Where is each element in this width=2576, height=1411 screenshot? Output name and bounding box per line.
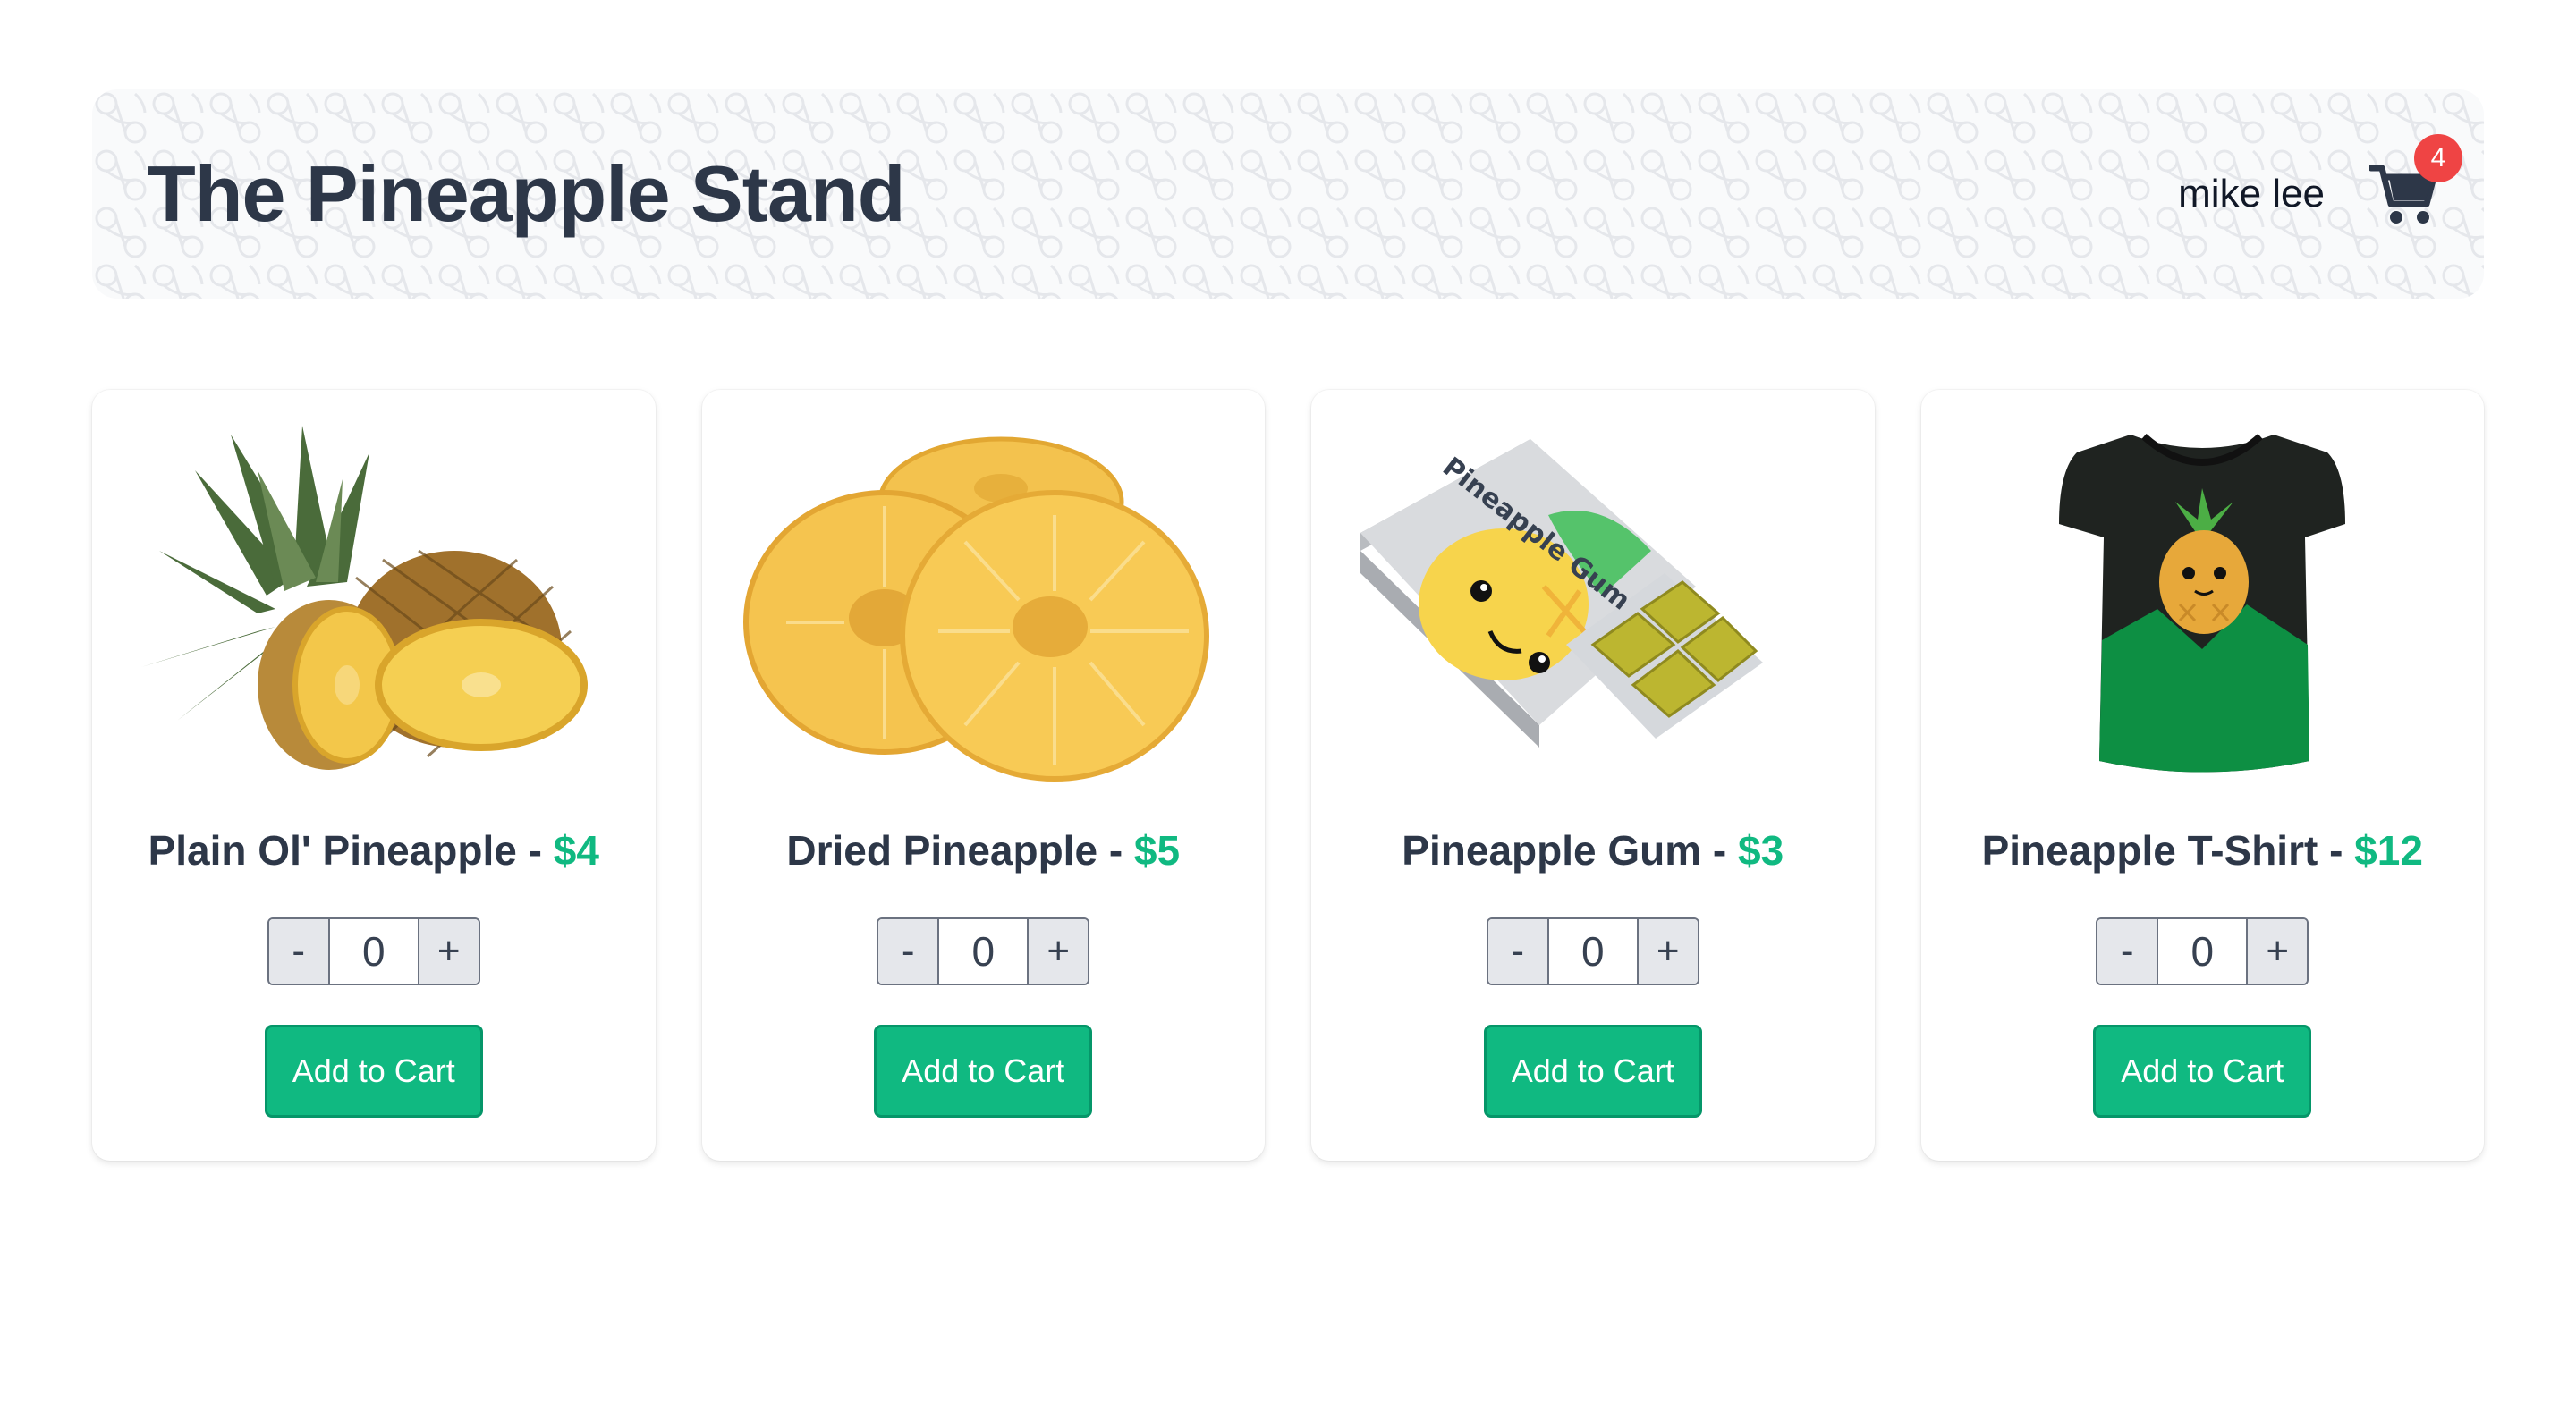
product-grid: Plain Ol' Pineapple - $4 - + Add to Cart — [92, 390, 2484, 1161]
increase-quantity-button[interactable]: + — [1029, 919, 1089, 984]
quantity-stepper: - + — [877, 917, 1090, 985]
product-name: Pineapple T-Shirt - — [1981, 827, 2355, 874]
decrease-quantity-button[interactable]: - — [268, 919, 328, 984]
increase-quantity-button[interactable]: + — [419, 919, 479, 984]
increase-quantity-button[interactable]: + — [2248, 919, 2308, 984]
decrease-quantity-button[interactable]: - — [2097, 919, 2157, 984]
product-name: Pineapple Gum - — [1402, 827, 1739, 874]
add-to-cart-button[interactable]: Add to Cart — [2093, 1025, 2312, 1118]
add-to-cart-button[interactable]: Add to Cart — [1483, 1025, 1702, 1118]
page: The Pineapple Stand mike lee 4 Plain Ol'… — [0, 0, 2576, 1411]
quantity-input[interactable] — [1546, 919, 1639, 984]
product-price: $5 — [1133, 827, 1181, 874]
product-title: Pineapple Gum - $3 — [1402, 826, 1784, 874]
header-right: mike lee 4 — [2178, 134, 2462, 225]
dried-pineapple-image — [743, 436, 1210, 782]
product-price: $3 — [1738, 827, 1784, 874]
add-to-cart-button[interactable]: Add to Cart — [874, 1025, 1093, 1118]
quantity-input[interactable] — [2157, 919, 2249, 984]
decrease-quantity-button[interactable]: - — [878, 919, 938, 984]
product-price: $12 — [2354, 827, 2423, 874]
product-name: Dried Pineapple - — [786, 827, 1134, 874]
site-header: The Pineapple Stand mike lee 4 — [92, 89, 2484, 299]
pineapple-tshirt-image — [2059, 434, 2346, 773]
quantity-stepper: - + — [1486, 917, 1699, 985]
site-title: The Pineapple Stand — [148, 149, 905, 238]
user-name[interactable]: mike lee — [2178, 172, 2325, 216]
product-card: Dried Pineapple - $5 - + Add to Cart — [701, 390, 1265, 1161]
product-name: Plain Ol' Pineapple - — [148, 827, 554, 874]
quantity-input[interactable] — [327, 919, 419, 984]
product-title: Dried Pineapple - $5 — [786, 826, 1180, 874]
cart-button[interactable]: 4 — [2369, 134, 2462, 225]
pineapple-gum-image: Pineapple Gum — [1360, 439, 1763, 748]
product-card: Pineapple Gum Pineapple Gum - $3 - + Add… — [1311, 390, 1875, 1161]
pineapple-image — [140, 426, 588, 770]
product-title: Plain Ol' Pineapple - $4 — [148, 826, 599, 874]
product-price: $4 — [553, 827, 599, 874]
quantity-stepper: - + — [267, 917, 480, 985]
quantity-input[interactable] — [937, 919, 1030, 984]
product-card: Pineapple T-Shirt - $12 - + Add to Cart — [1920, 390, 2484, 1161]
quantity-stepper: - + — [2096, 917, 2309, 985]
decrease-quantity-button[interactable]: - — [1487, 919, 1547, 984]
cart-count-badge: 4 — [2414, 134, 2462, 182]
increase-quantity-button[interactable]: + — [1638, 919, 1698, 984]
product-card: Plain Ol' Pineapple - $4 - + Add to Cart — [92, 390, 656, 1161]
product-title: Pineapple T-Shirt - $12 — [1982, 826, 2423, 874]
add-to-cart-button[interactable]: Add to Cart — [264, 1025, 483, 1118]
